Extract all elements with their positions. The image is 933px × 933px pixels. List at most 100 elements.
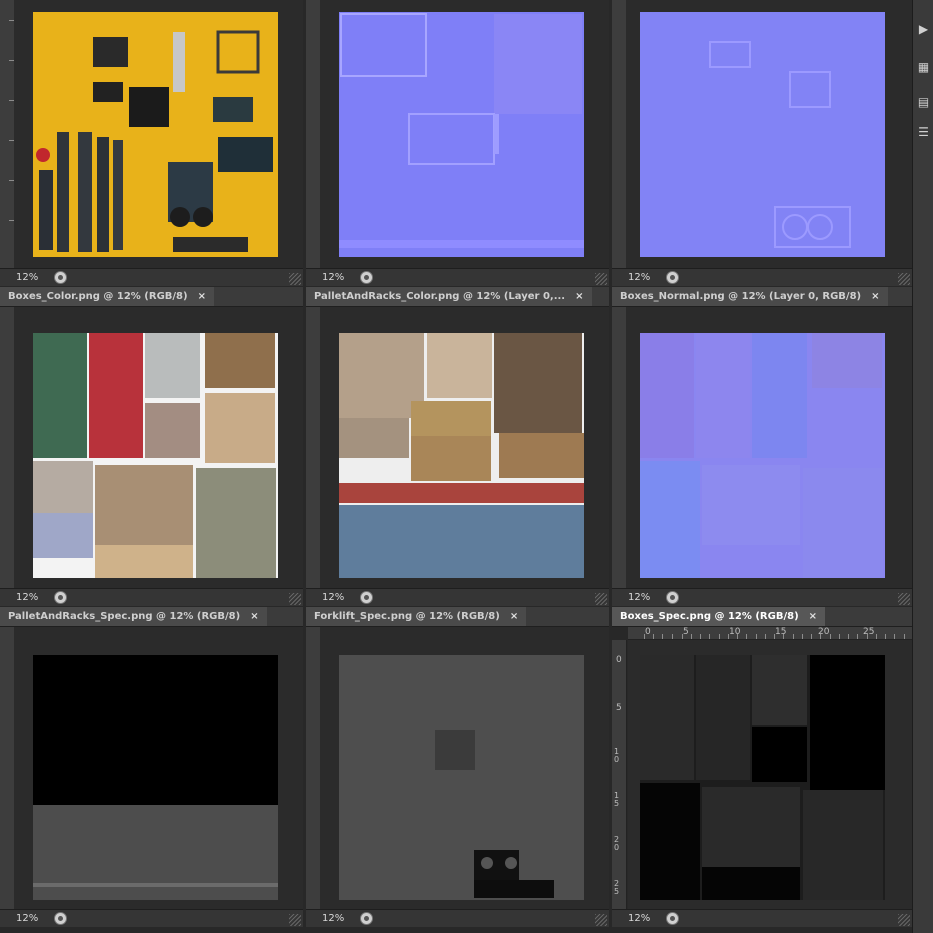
document-panel-boxes-normal: Boxes_Normal.png @ 12% (Layer 0, RGB/8) … [612,287,912,606]
zoom-level[interactable]: 12% [322,272,344,283]
tab-title: Boxes_Normal.png @ 12% (Layer 0, RGB/8) [620,291,862,302]
tab-pallet-spec[interactable]: PalletAndRacks_Spec.png @ 12% (RGB/8) × [0,607,267,626]
document-panel-forklift-normal: 12% [306,0,609,286]
tab-bar: PalletAndRacks_Spec.png @ 12% (RGB/8) × [0,607,303,627]
zoom-level[interactable]: 12% [322,913,344,924]
texture-forklift-color [33,12,278,257]
tab-title: PalletAndRacks_Color.png @ 12% (Layer 0,… [314,291,566,302]
ruler-label: 25 [614,879,620,896]
proof-setup-icon[interactable] [666,271,679,284]
vertical-ruler[interactable] [306,0,321,268]
ruler-label: 5 [616,703,622,713]
tab-pallet-color[interactable]: PalletAndRacks_Color.png @ 12% (Layer 0,… [306,287,592,306]
texture-normal [640,12,885,257]
spec-map-details [640,655,885,900]
proof-setup-icon[interactable] [360,912,373,925]
tab-boxes-normal[interactable]: Boxes_Normal.png @ 12% (Layer 0, RGB/8) … [612,287,888,306]
play-icon[interactable]: ▶ [916,22,931,37]
ruler-label: 10 [614,747,620,764]
vertical-ruler[interactable] [612,307,627,588]
texture-boxes-spec [640,655,885,900]
ruler-label: 0 [616,655,622,665]
status-bar: 12% [0,909,303,927]
status-bar: 12% [612,588,912,606]
zoom-level[interactable]: 12% [628,592,650,603]
zoom-level[interactable]: 12% [16,592,38,603]
spec-map-details [33,805,278,900]
resize-grip-icon[interactable] [898,593,910,605]
tab-title: PalletAndRacks_Spec.png @ 12% (RGB/8) [8,611,241,622]
resize-grip-icon[interactable] [595,593,607,605]
zoom-level[interactable]: 12% [16,272,38,283]
tab-forklift-spec[interactable]: Forklift_Spec.png @ 12% (RGB/8) × [306,607,527,626]
status-bar: 12% [612,909,912,927]
vertical-ruler[interactable] [306,627,321,912]
proof-setup-icon[interactable] [54,912,67,925]
vertical-ruler[interactable] [0,627,15,912]
status-bar: 12% [0,268,303,286]
document-panel-forklift-color: 12% [0,0,303,286]
vertical-ruler[interactable]: 0 5 10 15 20 25 [612,640,627,912]
texture-pallet-color [339,333,584,578]
boxes-normal-details [640,333,883,578]
close-icon[interactable]: × [871,291,879,302]
proof-setup-icon[interactable] [666,912,679,925]
resize-grip-icon[interactable] [595,273,607,285]
close-icon[interactable]: × [198,291,206,302]
document-panel-pallet-spec: PalletAndRacks_Spec.png @ 12% (RGB/8) × … [0,607,303,933]
normal-map-details [339,13,584,248]
vertical-ruler[interactable] [0,0,15,268]
texture-boxes-color [33,333,278,578]
status-bar: 12% [612,268,912,286]
close-icon[interactable]: × [510,611,518,622]
document-panel-normal: 12% [612,0,912,286]
ruler-label: 0 [645,627,651,637]
layers-icon[interactable]: ▦ [916,60,931,75]
zoom-level[interactable]: 12% [322,592,344,603]
ruler-label: 5 [683,627,689,637]
tab-boxes-spec[interactable]: Boxes_Spec.png @ 12% (RGB/8) × [612,607,826,626]
pallet-uv-layout [339,333,584,578]
ruler-label: 10 [729,627,741,637]
zoom-level[interactable]: 12% [628,913,650,924]
resize-grip-icon[interactable] [898,273,910,285]
texture-forklift-spec [339,655,584,900]
proof-setup-icon[interactable] [54,591,67,604]
normal-map-details [709,41,851,248]
tab-bar: PalletAndRacks_Color.png @ 12% (Layer 0,… [306,287,609,307]
proof-setup-icon[interactable] [666,591,679,604]
spec-map-details [435,730,554,898]
resize-grip-icon[interactable] [289,914,301,926]
status-bar: 12% [306,588,609,606]
vertical-ruler[interactable] [306,307,321,588]
ruler-label: 15 [775,627,787,637]
zoom-level[interactable]: 12% [16,913,38,924]
tab-bar: Forklift_Spec.png @ 12% (RGB/8) × [306,607,609,627]
vertical-ruler[interactable] [612,0,627,268]
tab-title: Forklift_Spec.png @ 12% (RGB/8) [314,611,500,622]
vertical-ruler[interactable] [0,307,15,588]
zoom-level[interactable]: 12% [628,272,650,283]
tab-title: Boxes_Spec.png @ 12% (RGB/8) [620,611,799,622]
menu-icon[interactable]: ☰ [916,125,931,140]
resize-grip-icon[interactable] [289,593,301,605]
right-panel-strip: ▶ ▦ ▤ ☰ [912,0,933,933]
texture-pallet-spec [33,655,278,900]
horizontal-ruler[interactable]: 0 5 10 15 20 25 [628,627,912,640]
close-icon[interactable]: × [809,611,817,622]
resize-grip-icon[interactable] [898,914,910,926]
texture-forklift-normal [339,12,584,257]
status-bar: 12% [306,909,609,927]
tab-boxes-color[interactable]: Boxes_Color.png @ 12% (RGB/8) × [0,287,214,306]
close-icon[interactable]: × [250,611,258,622]
status-bar: 12% [306,268,609,286]
proof-setup-icon[interactable] [360,271,373,284]
proof-setup-icon[interactable] [360,591,373,604]
properties-icon[interactable]: ▤ [916,95,931,110]
document-panel-forklift-spec: Forklift_Spec.png @ 12% (RGB/8) × 12% [306,607,609,933]
proof-setup-icon[interactable] [54,271,67,284]
close-icon[interactable]: × [575,291,583,302]
resize-grip-icon[interactable] [595,914,607,926]
boxes-uv-layout [33,333,276,578]
resize-grip-icon[interactable] [289,273,301,285]
